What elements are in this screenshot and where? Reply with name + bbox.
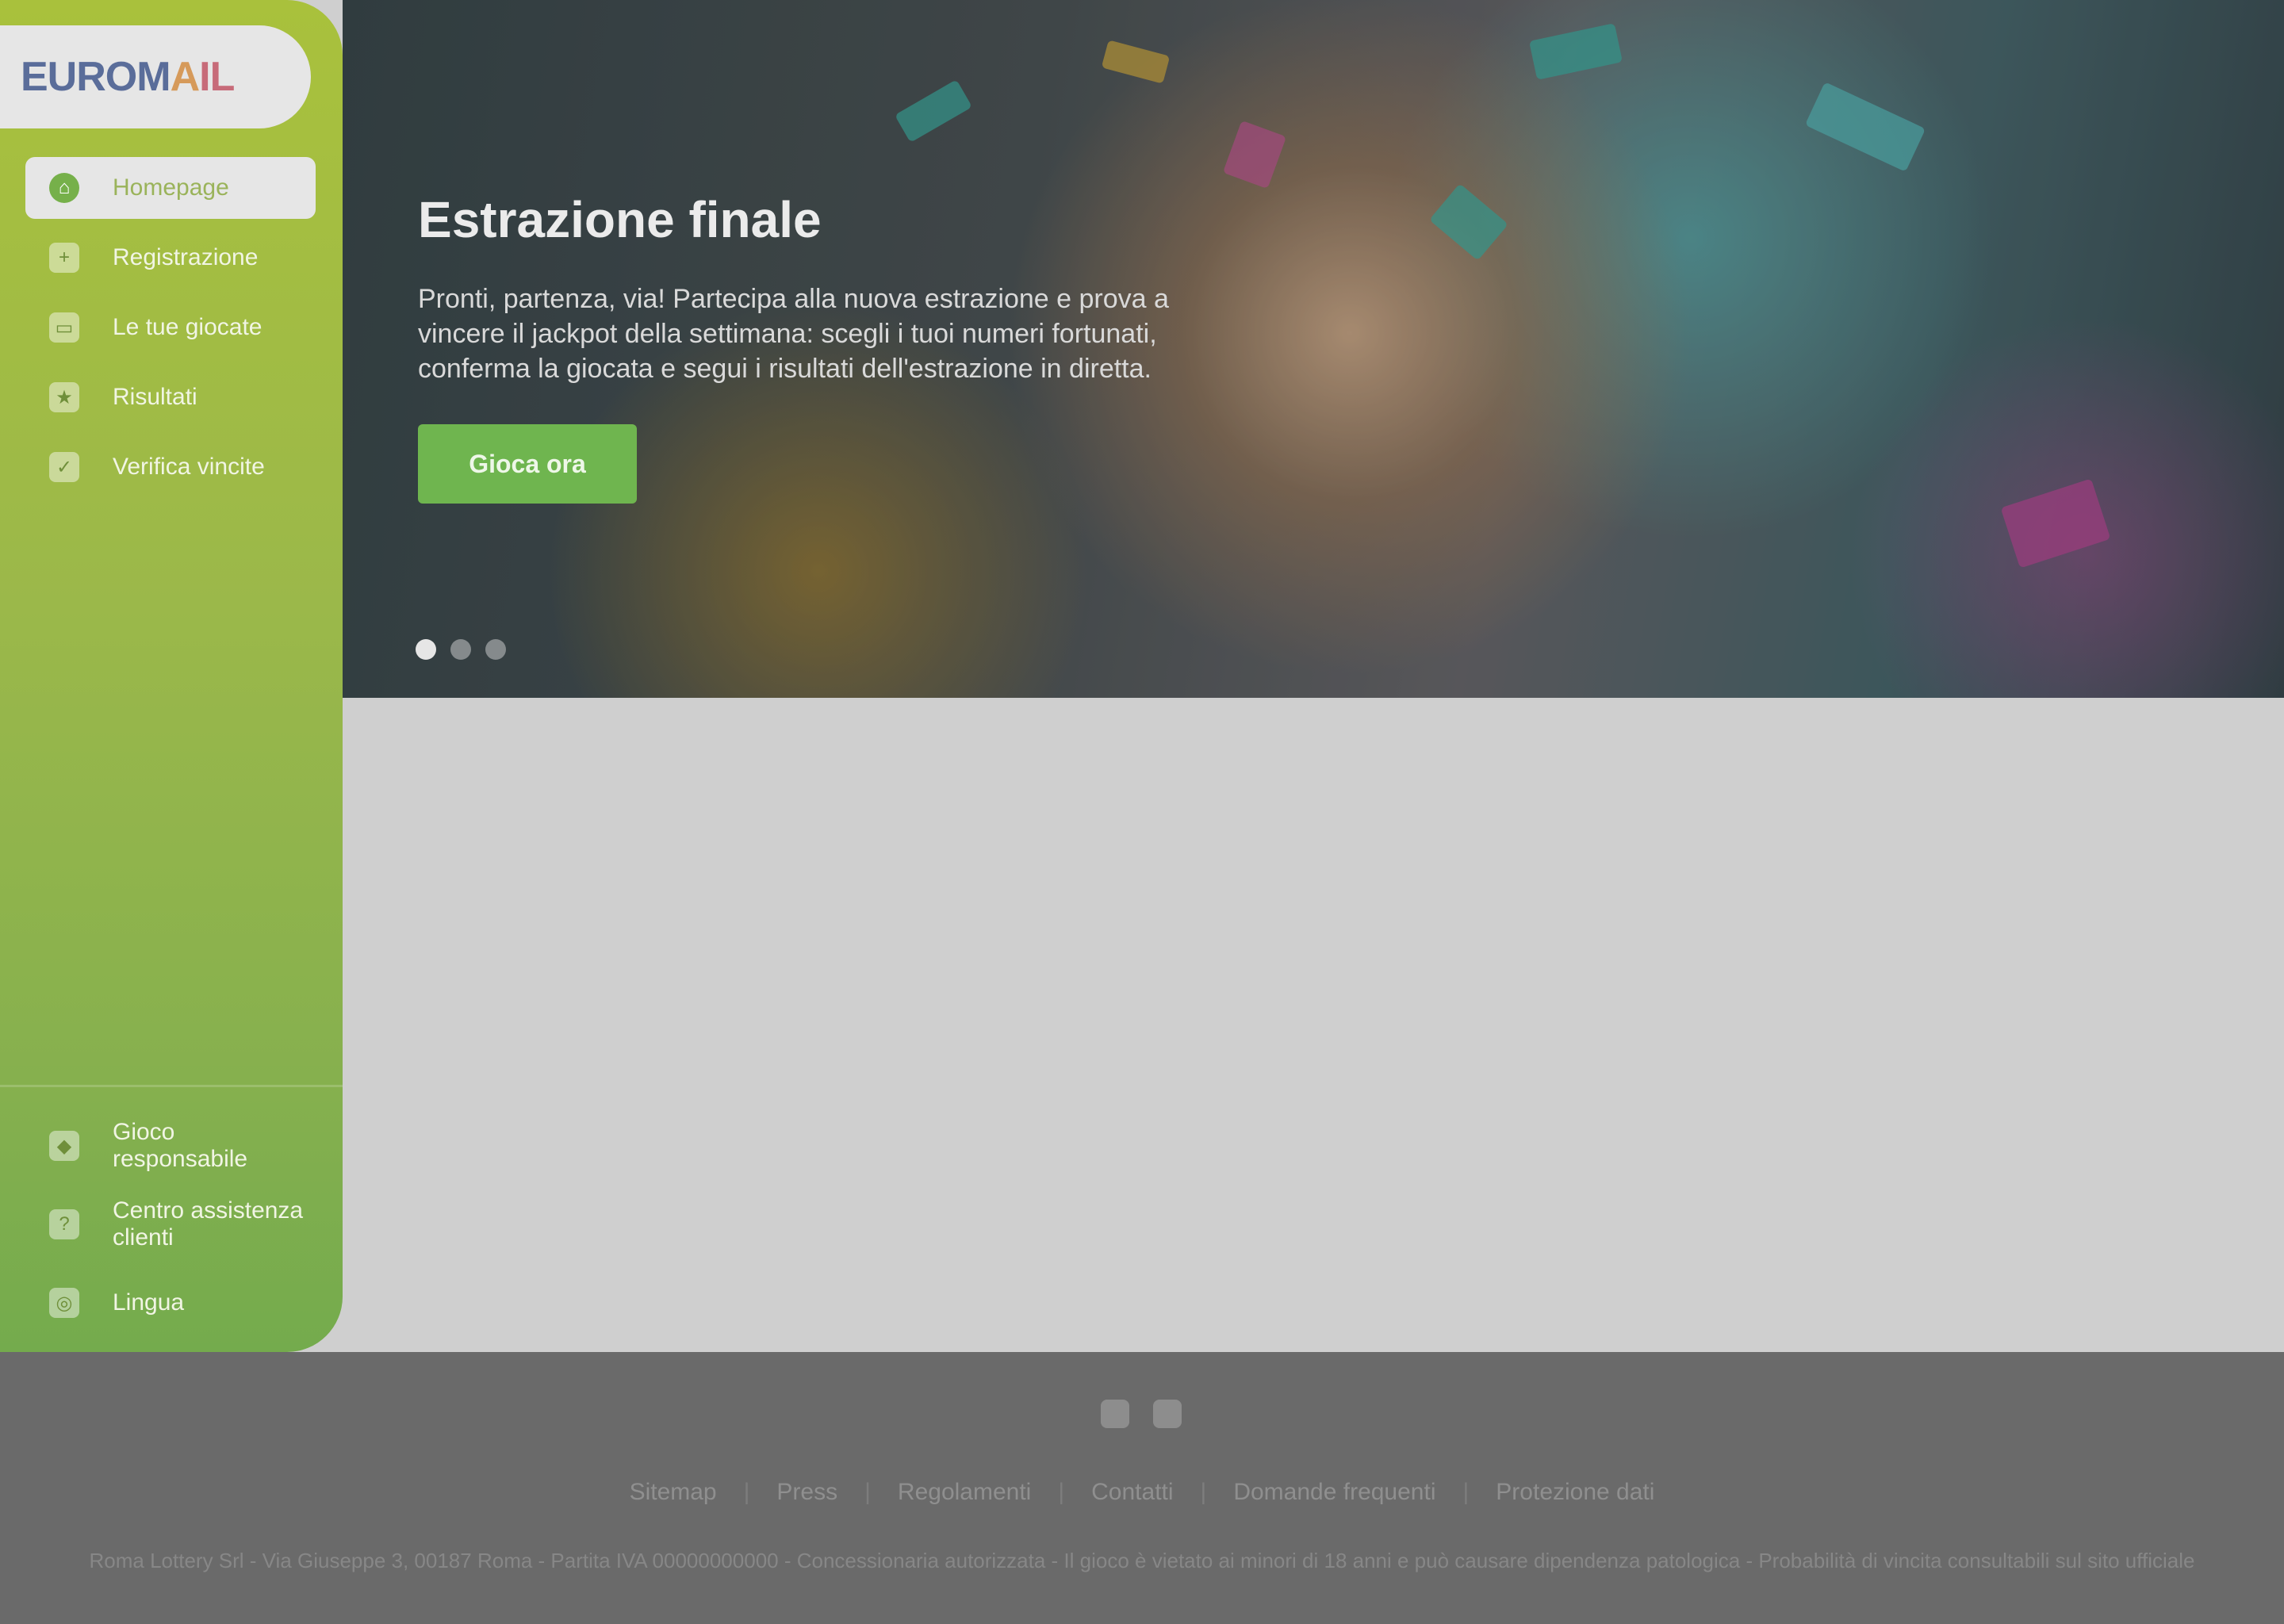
sidebar-item-risultati[interactable]: ★ Risultati — [25, 366, 316, 428]
carousel-indicators — [416, 639, 506, 660]
sidebar-item-label: Risultati — [113, 384, 197, 410]
sidebar-item-assistenza[interactable]: ? Centro assistenza clienti — [25, 1189, 316, 1260]
logo-wordmark: EUROMAIL — [21, 54, 235, 100]
sidebar-item-gioco-responsabile[interactable]: ◆ Gioco responsabile — [25, 1114, 316, 1178]
footer: Sitemap | Press | Regolamenti | Contatti… — [0, 1352, 2284, 1624]
home-icon: ⌂ — [49, 173, 79, 203]
separator: | — [1200, 1479, 1207, 1505]
facebook-icon[interactable] — [1101, 1400, 1129, 1428]
instagram-icon[interactable] — [1153, 1400, 1182, 1428]
sidebar-item-label: Gioco responsabile — [113, 1119, 248, 1172]
sidebar-item-label: Registrazione — [113, 244, 259, 270]
sidebar-item-giocate[interactable]: ▭ Le tue giocate — [25, 297, 316, 358]
trophy-icon: ★ — [49, 382, 79, 412]
globe-icon: ◎ — [49, 1288, 79, 1318]
footer-link-privacy[interactable]: Protezione dati — [1496, 1479, 1654, 1506]
footer-link-regolamenti[interactable]: Regolamenti — [898, 1479, 1031, 1506]
shield-icon: ◆ — [49, 1131, 79, 1161]
logo[interactable]: EUROMAIL — [0, 25, 311, 128]
help-icon: ? — [49, 1209, 79, 1239]
carousel-dot-1[interactable] — [416, 639, 436, 660]
sidebar-item-verifica[interactable]: ✓ Verifica vincite — [25, 436, 316, 498]
carousel-dot-2[interactable] — [450, 639, 471, 660]
sidebar: EUROMAIL ⌂ Homepage + Registrazione ▭ Le… — [0, 0, 343, 1352]
sidebar-divider — [0, 1085, 343, 1087]
sidebar-item-lingua[interactable]: ◎ Lingua — [25, 1271, 316, 1335]
carousel-dot-3[interactable] — [485, 639, 506, 660]
ticket-icon: ▭ — [49, 312, 79, 343]
footer-link-sitemap[interactable]: Sitemap — [630, 1479, 717, 1506]
main-content — [343, 698, 2284, 1352]
separator: | — [743, 1479, 750, 1505]
hero-description: Pronti, partenza, via! Partecipa alla nu… — [418, 284, 1169, 384]
footer-links: Sitemap | Press | Regolamenti | Contatti… — [0, 1479, 2284, 1506]
check-icon: ✓ — [49, 452, 79, 482]
sidebar-item-homepage[interactable]: ⌂ Homepage — [25, 157, 316, 219]
footer-link-contatti[interactable]: Contatti — [1091, 1479, 1173, 1506]
footer-link-press[interactable]: Press — [776, 1479, 837, 1506]
hero-carousel: Estrazione finale Pronti, partenza, via!… — [343, 0, 2284, 698]
sidebar-item-label: Centro assistenza clienti — [113, 1197, 304, 1251]
hero-title: Estrazione finale — [418, 191, 822, 248]
sidebar-item-label: Lingua — [113, 1289, 185, 1316]
play-now-button[interactable]: Gioca ora — [418, 424, 637, 504]
separator: | — [1462, 1479, 1470, 1505]
sidebar-bottom-nav: ◆ Gioco responsabile ? Centro assistenza… — [25, 1114, 316, 1346]
separator: | — [864, 1479, 871, 1505]
footer-link-faq[interactable]: Domande frequenti — [1233, 1479, 1435, 1506]
sidebar-item-registrazione[interactable]: + Registrazione — [25, 227, 316, 289]
separator: | — [1058, 1479, 1065, 1505]
sidebar-item-label: Le tue giocate — [113, 314, 263, 340]
user-plus-icon: + — [49, 243, 79, 273]
social-links — [1101, 1400, 1182, 1428]
sidebar-item-label: Verifica vincite — [113, 454, 265, 480]
sidebar-nav: ⌂ Homepage + Registrazione ▭ Le tue gioc… — [25, 157, 316, 506]
footer-legal-text: Roma Lottery Srl - Via Giuseppe 3, 00187… — [89, 1549, 2195, 1572]
sidebar-item-label: Homepage — [113, 174, 229, 201]
